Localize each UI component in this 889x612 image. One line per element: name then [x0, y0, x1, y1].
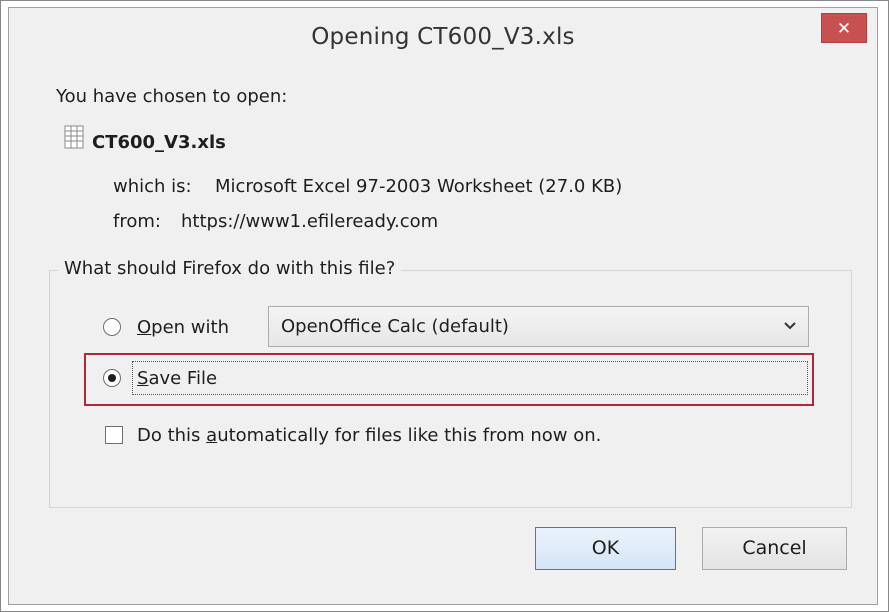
- close-button[interactable]: ✕: [821, 13, 867, 43]
- save-file-radio-dot: [108, 374, 116, 382]
- file-name: CT600_V3.xls: [92, 132, 226, 153]
- file-source-value: https://www1.efileready.com: [181, 211, 439, 232]
- auto-checkbox-accel: a: [206, 425, 218, 446]
- file-source-label: from:: [113, 211, 161, 232]
- close-icon: ✕: [836, 19, 852, 39]
- dialog-title: Opening CT600_V3.xls: [311, 24, 575, 50]
- save-file-radio[interactable]: [103, 369, 121, 387]
- file-type-label: which is:: [113, 176, 192, 197]
- ok-button[interactable]: OK: [535, 527, 676, 570]
- open-with-radio[interactable]: [103, 318, 121, 336]
- action-group-legend: What should Firefox do with this file?: [58, 258, 402, 279]
- save-file-accel: S: [137, 368, 149, 389]
- save-file-focus-outline: [132, 361, 808, 395]
- open-with-label-rest: pen with: [151, 317, 229, 338]
- auto-checkbox[interactable]: [105, 426, 123, 444]
- open-with-accel: O: [137, 317, 152, 338]
- open-with-label[interactable]: Open with: [137, 317, 229, 338]
- auto-checkbox-label-rest: utomatically for files like this from no…: [217, 425, 602, 446]
- auto-checkbox-label-prefix: Do this: [137, 425, 207, 446]
- spreadsheet-file-icon: [64, 125, 84, 149]
- save-file-label[interactable]: Save File: [137, 368, 217, 389]
- chevron-down-icon: [784, 322, 796, 330]
- cancel-button[interactable]: Cancel: [702, 527, 847, 570]
- file-type-value: Microsoft Excel 97-2003 Worksheet (27.0 …: [215, 176, 623, 197]
- title-bar: Opening CT600_V3.xls ✕: [9, 8, 877, 70]
- application-select[interactable]: OpenOffice Calc (default): [268, 306, 809, 347]
- application-select-value: OpenOffice Calc (default): [281, 316, 509, 337]
- auto-checkbox-label[interactable]: Do this automatically for files like thi…: [137, 425, 601, 446]
- save-file-label-rest: ave File: [148, 368, 218, 389]
- intro-label: You have chosen to open:: [56, 86, 288, 107]
